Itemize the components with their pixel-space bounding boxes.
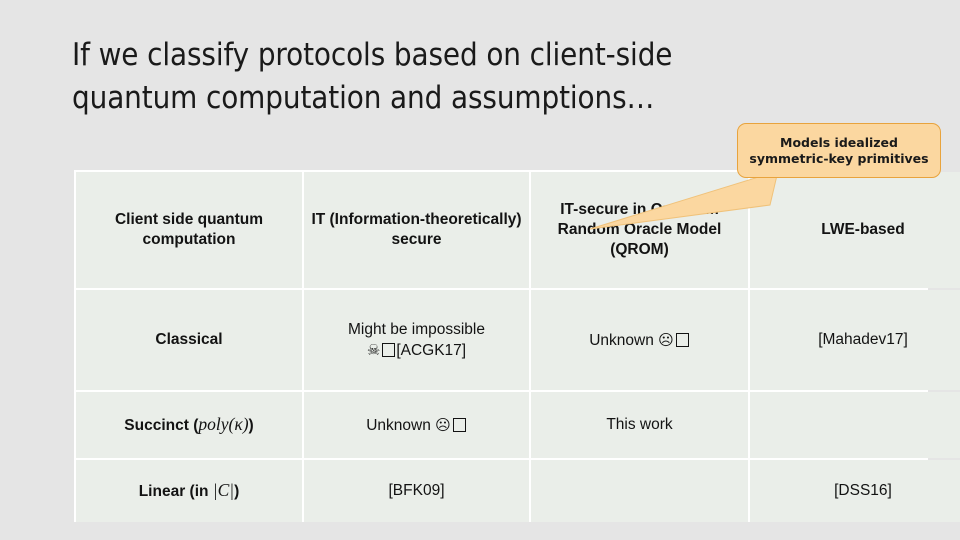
missing-glyph-icon [382, 342, 396, 357]
cell-classical-qrom: Unknown ☹ [531, 290, 748, 390]
cell-text: Unknown [366, 416, 431, 434]
cell-classical-it-secure: Might be impossible ☠ [ACGK17] [304, 290, 529, 390]
cell-linear-lwe: [DSS16] [750, 460, 960, 522]
table-row: Classical Might be impossible ☠ [ACGK17] … [76, 290, 960, 390]
row-header-text-tail: ) [234, 483, 240, 500]
callout-label: Models idealized symmetric-key primitive… [749, 134, 929, 166]
table-row: Succinct (poly(κ)) Unknown ☹ This work [76, 392, 960, 458]
cell-citation: [Mahadev17] [818, 331, 908, 348]
callout-models-idealized[interactable]: Models idealized symmetric-key primitive… [737, 123, 941, 178]
frowning-face-icon: ☹ [658, 330, 674, 349]
row-header-classical: Classical [76, 290, 302, 390]
cell-succinct-lwe [750, 392, 960, 458]
cell-linear-it-secure: [BFK09] [304, 460, 529, 522]
column-header-qrom: IT-secure in Quantum Random Oracle Model… [531, 172, 748, 288]
table-header-row: Client side quantum computation IT (Info… [76, 172, 960, 288]
table-matrix: Client side quantum computation IT (Info… [74, 170, 960, 524]
row-header-text-tail: ) [248, 417, 254, 434]
row-header-text: Linear (in [138, 483, 213, 500]
cell-succinct-it-secure: Unknown ☹ [304, 392, 529, 458]
slide-canvas: If we classify protocols based on client… [0, 0, 960, 540]
row-header-math: |C| [212, 480, 235, 500]
row-header-succinct: Succinct (poly(κ)) [76, 392, 302, 458]
cell-text: Might be impossible [348, 320, 485, 338]
cell-classical-lwe: [Mahadev17] [750, 290, 960, 390]
cell-citation: [ACGK17] [396, 341, 467, 359]
classification-table: Client side quantum computation IT (Info… [74, 170, 960, 522]
row-header-linear: Linear (in |C|) [76, 460, 302, 522]
table-row: Linear (in |C|) [BFK09] [DSS16] [76, 460, 960, 522]
column-header-client-side-quantum-computation: Client side quantum computation [76, 172, 302, 288]
column-header-lwe-based: LWE-based [750, 172, 960, 288]
row-header-math: poly(κ) [198, 414, 249, 434]
missing-glyph-icon [452, 417, 466, 432]
page-title: If we classify protocols based on client… [72, 37, 673, 116]
cell-text: Unknown [589, 331, 654, 349]
cell-linear-qrom [531, 460, 748, 522]
frowning-face-icon: ☹ [435, 415, 451, 434]
skull-and-crossbones-icon: ☠ [366, 340, 381, 359]
cell-succinct-qrom-this-work: This work [531, 392, 748, 458]
row-header-text: Succinct ( [124, 417, 199, 434]
missing-glyph-icon [675, 332, 689, 347]
column-header-it-secure: IT (Information-theoretically) secure [304, 172, 529, 288]
